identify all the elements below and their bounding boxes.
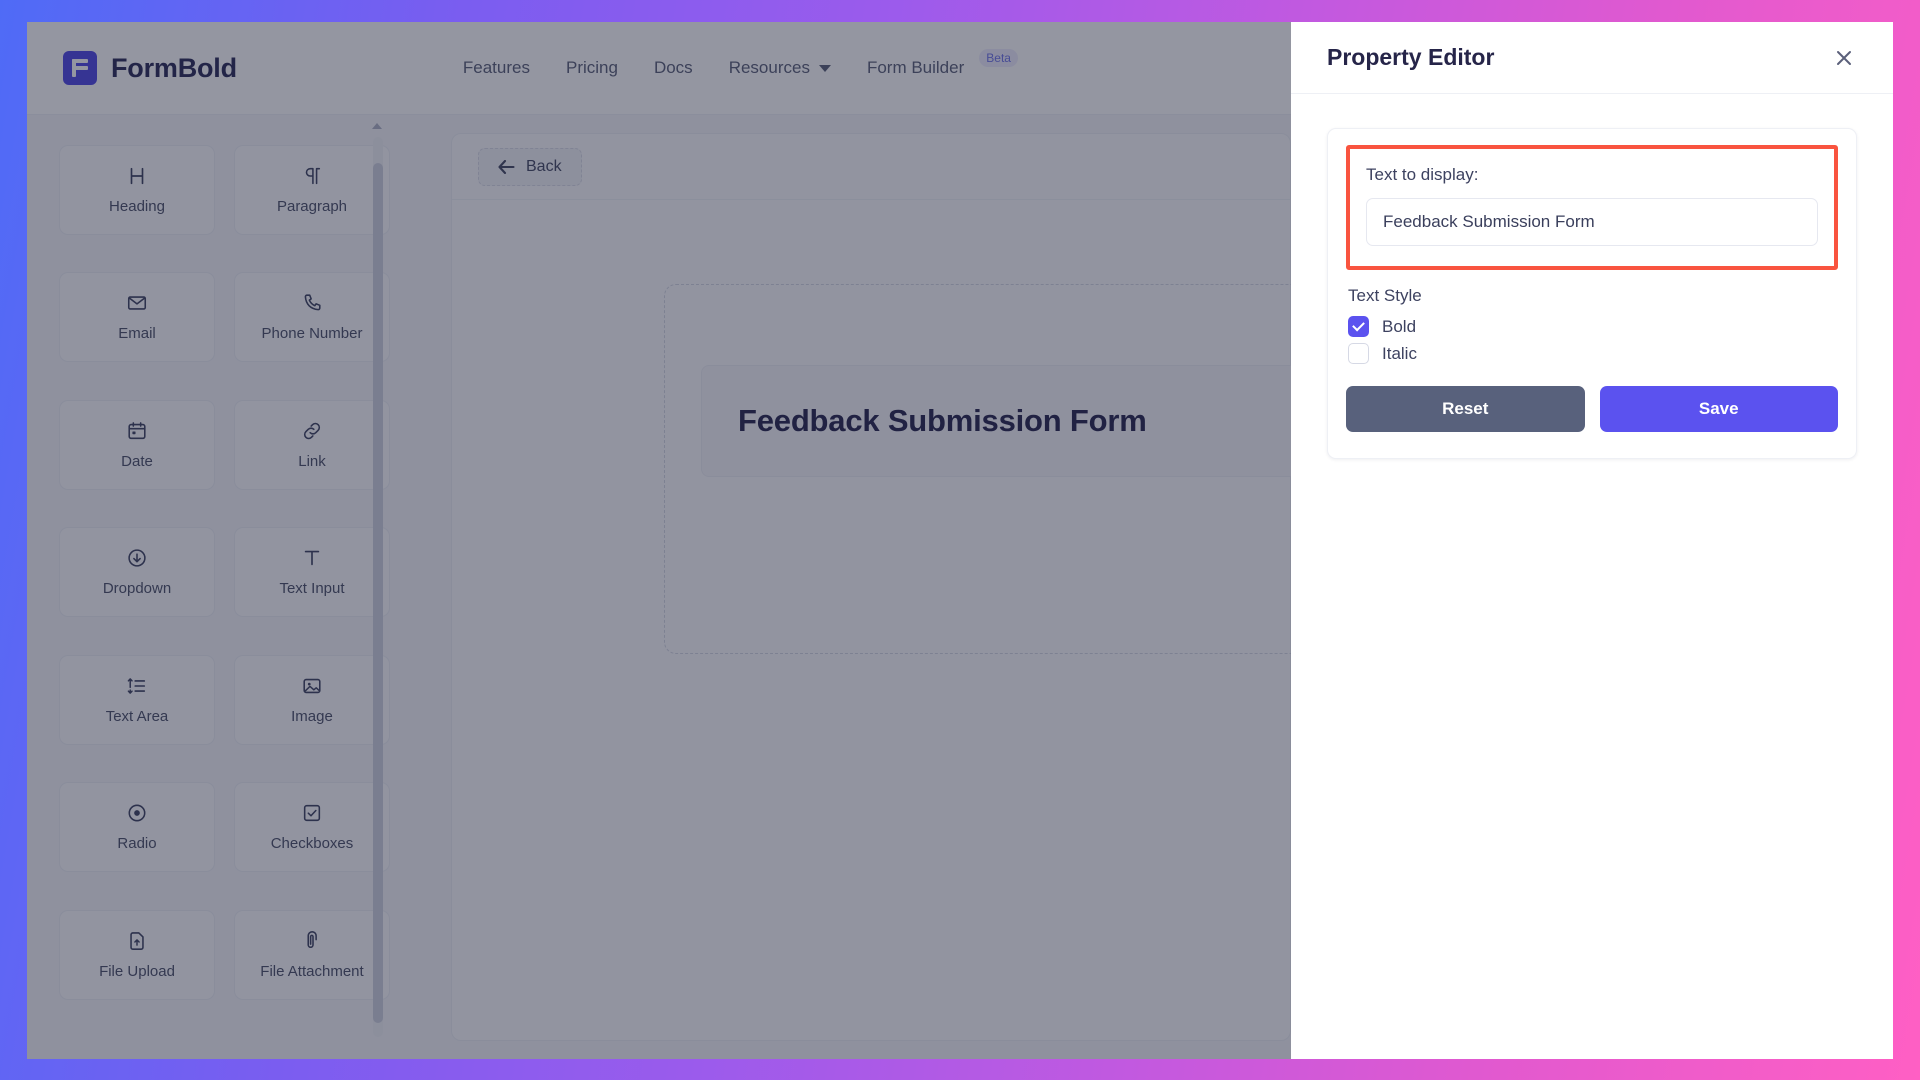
property-editor-card: Text to display: Text Style Bold Italic … xyxy=(1327,128,1857,459)
italic-checkbox-row[interactable]: Italic xyxy=(1348,343,1838,364)
bold-checkbox[interactable] xyxy=(1348,316,1369,337)
text-to-display-highlight: Text to display: xyxy=(1346,145,1838,270)
italic-checkbox-label: Italic xyxy=(1382,343,1417,363)
italic-checkbox[interactable] xyxy=(1348,343,1369,364)
bold-checkbox-row[interactable]: Bold xyxy=(1348,316,1838,337)
close-icon[interactable] xyxy=(1831,45,1857,71)
property-editor-header: Property Editor xyxy=(1291,22,1893,94)
reset-button[interactable]: Reset xyxy=(1346,386,1585,432)
property-editor-actions: Reset Save xyxy=(1346,386,1838,432)
text-style-label: Text Style xyxy=(1348,286,1422,305)
text-to-display-label: Text to display: xyxy=(1366,165,1479,184)
save-button[interactable]: Save xyxy=(1599,386,1838,432)
property-editor-panel: Property Editor Text to display: Text St… xyxy=(1291,22,1893,1059)
property-editor-title: Property Editor xyxy=(1327,44,1495,70)
text-to-display-input[interactable] xyxy=(1366,198,1818,246)
property-editor-body: Text to display: Text Style Bold Italic … xyxy=(1291,94,1893,459)
form-builder-page: FormBold Features Pricing Docs Resources… xyxy=(27,22,1291,1059)
bold-checkbox-label: Bold xyxy=(1382,316,1417,336)
modal-backdrop[interactable] xyxy=(27,22,1291,1059)
app-window: FormBold Features Pricing Docs Resources… xyxy=(27,22,1893,1059)
